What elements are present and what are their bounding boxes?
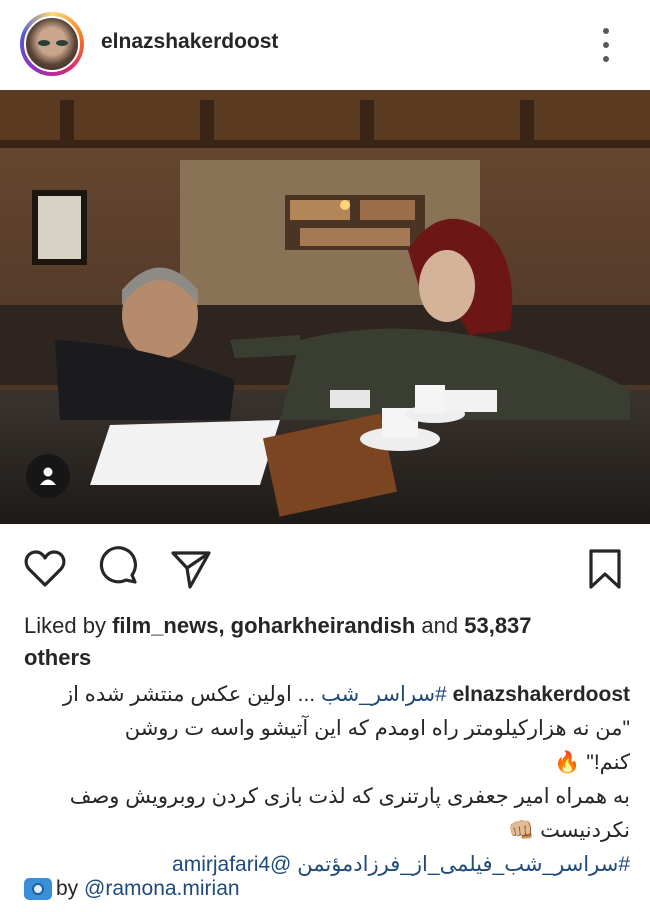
caption-line-1-text: ... اولین عکس منتشر شده از <box>63 683 316 706</box>
credit-user[interactable]: @ramona.mirian <box>84 874 240 904</box>
person-tag-icon[interactable] <box>26 454 70 498</box>
caption-line-4: به همراه امیر جعفری پارتنری که لذت بازی … <box>69 785 630 808</box>
like-count[interactable]: 53,837 <box>464 613 531 638</box>
action-bar <box>0 540 650 596</box>
avatar[interactable] <box>24 16 80 72</box>
avatar-eye <box>56 40 68 46</box>
liked-by-suffix[interactable]: others <box>24 645 91 670</box>
post-photo[interactable] <box>0 90 650 524</box>
camera-emoji-icon <box>24 878 52 900</box>
liked-by-prefix: Liked by <box>24 613 106 638</box>
caption-mention[interactable]: @amirjafari4 <box>172 853 291 876</box>
story-ring[interactable] <box>20 12 84 76</box>
caption-hashtag-1[interactable]: #سراسر_شب <box>321 683 447 706</box>
caption-line-1: elnazshakerdoost #سراسر_شب ... اولین عکس… <box>24 678 630 712</box>
paper-plane-icon[interactable] <box>168 546 214 592</box>
likes-summary[interactable]: Liked by film_news, goharkheirandish and… <box>24 610 624 674</box>
bookmark-icon[interactable] <box>582 546 628 592</box>
heart-icon[interactable] <box>22 546 68 592</box>
photo-credit: by @ramona.mirian <box>24 874 240 904</box>
liked-by-and: and <box>421 613 459 638</box>
more-dots-icon[interactable] <box>596 28 616 62</box>
caption-username[interactable]: elnazshakerdoost <box>453 683 630 706</box>
credit-prefix: by <box>56 877 79 900</box>
caption-line-2: "من نه هزارکیلومتر راه اومدم که این آتیش… <box>124 717 630 740</box>
comment-bubble-icon[interactable] <box>96 546 142 592</box>
liked-by-users[interactable]: film_news, goharkheirandish <box>112 613 415 638</box>
post-username[interactable]: elnazshakerdoost <box>101 30 278 54</box>
caption-hashtag-2[interactable]: #سراسر_شب_فیلمی_از_فرزادمؤتمن <box>297 853 630 876</box>
photo-scene <box>0 90 650 524</box>
post-caption: elnazshakerdoost #سراسر_شب ... اولین عکس… <box>24 678 630 882</box>
caption-line-3: کنم!" 🔥 <box>554 751 630 774</box>
post-header: elnazshakerdoost <box>0 0 650 90</box>
caption-line-5: نکردنیست 👊🏼 <box>508 819 630 842</box>
avatar-eye <box>38 40 50 46</box>
